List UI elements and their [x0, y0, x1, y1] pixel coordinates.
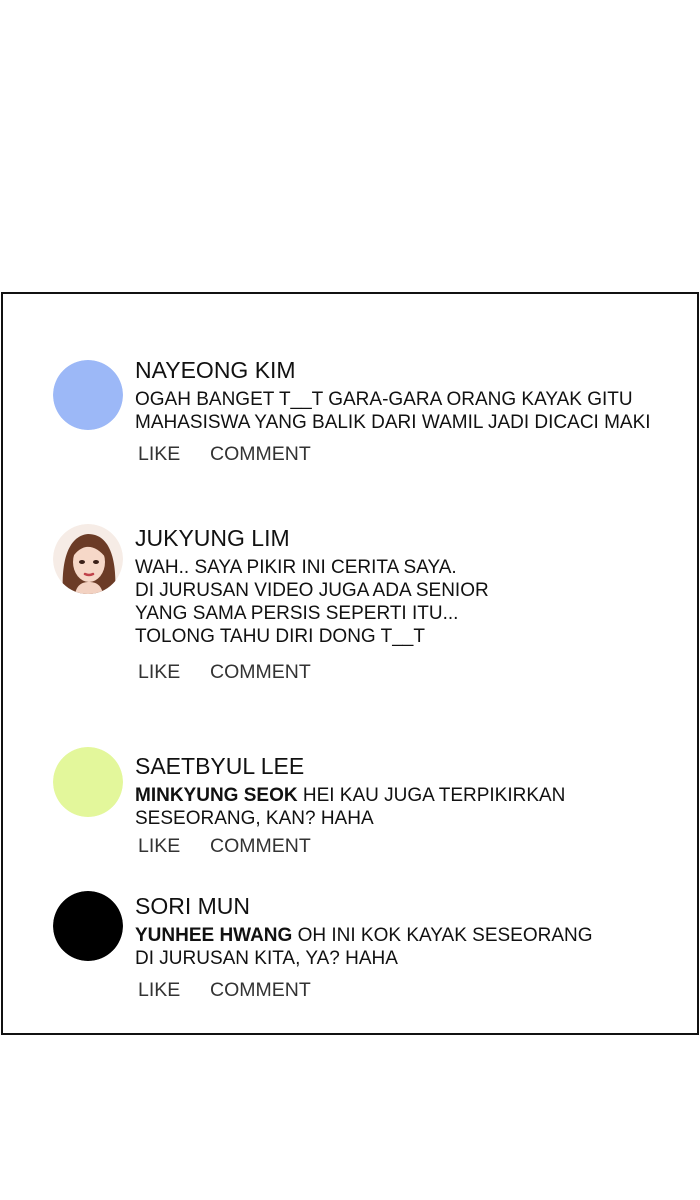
comment-text: YUNHEE HWANG OH INI KOK KAYAK SESEORANG …: [135, 924, 593, 970]
avatar[interactable]: [53, 891, 123, 961]
like-button[interactable]: LIKE: [138, 834, 210, 858]
comment-line: MINKYUNG SEOK HEI KAU JUGA TERPIKIRKAN: [135, 784, 565, 807]
comment-button[interactable]: COMMENT: [210, 978, 311, 1002]
mention-tag[interactable]: YUNHEE HWANG: [135, 925, 292, 946]
like-button[interactable]: LIKE: [138, 660, 210, 684]
comment-actions: LIKE COMMENT: [138, 978, 311, 1002]
like-button[interactable]: LIKE: [138, 442, 210, 466]
comment-panel: NAYEONG KIM OGAH BANGET T__T GARA-GARA O…: [1, 292, 699, 1035]
comment-line: DI JURUSAN KITA, YA? HAHA: [135, 948, 398, 969]
avatar-placeholder-icon: [53, 891, 123, 961]
avatar[interactable]: [53, 747, 123, 817]
commenter-name[interactable]: NAYEONG KIM: [135, 356, 296, 384]
commenter-name[interactable]: SAETBYUL LEE: [135, 752, 304, 780]
comment-line-text: OH INI KOK KAYAK SESEORANG: [297, 925, 593, 946]
comment-line-text: HEI KAU JUGA TERPIKIRKAN: [302, 785, 566, 806]
commenter-name[interactable]: SORI MUN: [135, 892, 250, 920]
avatar[interactable]: [53, 524, 123, 594]
comment-line: WAH.. SAYA PIKIR INI CERITA SAYA.: [135, 557, 457, 578]
comment-text: MINKYUNG SEOK HEI KAU JUGA TERPIKIRKAN S…: [135, 784, 565, 830]
comment-button[interactable]: COMMENT: [210, 442, 311, 466]
comment-line: TOLONG TAHU DIRI DONG T__T: [135, 626, 425, 647]
mention-tag[interactable]: MINKYUNG SEOK: [135, 785, 298, 806]
comment-line: MAHASISWA YANG BALIK DARI WAMIL JADI DIC…: [135, 412, 651, 433]
comment-line: OGAH BANGET T__T GARA-GARA ORANG KAYAK G…: [135, 389, 633, 410]
comment-line: YUNHEE HWANG OH INI KOK KAYAK SESEORANG: [135, 924, 593, 947]
avatar-placeholder-icon: [53, 747, 123, 817]
comment-actions: LIKE COMMENT: [138, 442, 311, 466]
comment-button[interactable]: COMMENT: [210, 660, 311, 684]
comment-actions: LIKE COMMENT: [138, 660, 311, 684]
comment-text: WAH.. SAYA PIKIR INI CERITA SAYA. DI JUR…: [135, 556, 489, 648]
like-button[interactable]: LIKE: [138, 978, 210, 1002]
woman-portrait-icon: [53, 524, 123, 594]
comment-text: OGAH BANGET T__T GARA-GARA ORANG KAYAK G…: [135, 388, 651, 434]
avatar-placeholder-icon: [53, 360, 123, 430]
comment-button[interactable]: COMMENT: [210, 834, 311, 858]
comment-line: DI JURUSAN VIDEO JUGA ADA SENIOR: [135, 580, 489, 601]
comment-line: YANG SAMA PERSIS SEPERTI ITU...: [135, 603, 459, 624]
commenter-name[interactable]: JUKYUNG LIM: [135, 524, 290, 552]
comment-actions: LIKE COMMENT: [138, 834, 311, 858]
comment-line: SESEORANG, KAN? HAHA: [135, 808, 374, 829]
avatar[interactable]: [53, 360, 123, 430]
